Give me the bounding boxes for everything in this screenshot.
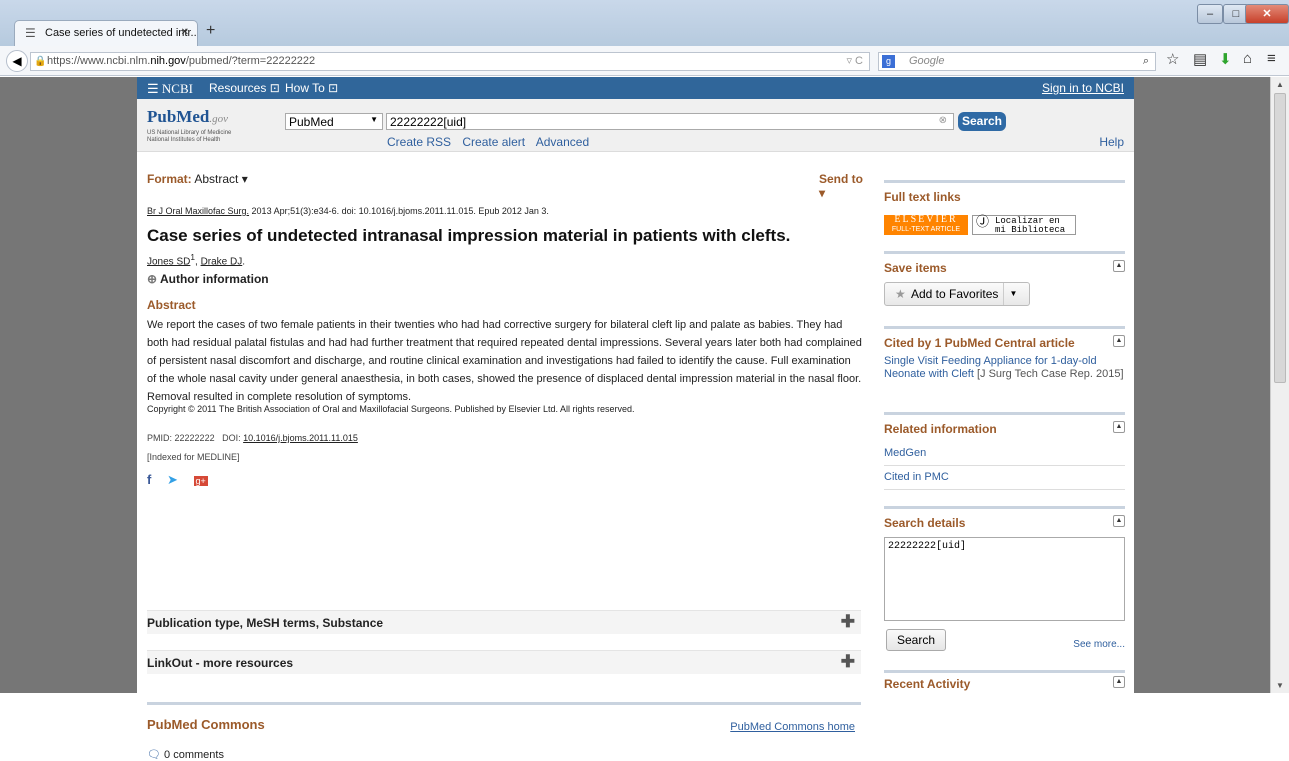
collapse-icon[interactable]: ▲ — [1113, 260, 1125, 272]
home-icon[interactable]: ⌂ — [1243, 50, 1252, 67]
create-alert-link[interactable]: Create alert — [462, 135, 525, 149]
clear-icon[interactable]: ⊗ — [939, 115, 947, 126]
google-plus-icon[interactable]: g+ — [193, 476, 208, 486]
indexed-note: [Indexed for MEDLINE] — [147, 452, 240, 462]
full-text-links-block: Full text links ELSEVIER FULL-TEXT ARTICL… — [884, 180, 1125, 240]
author-information-toggle[interactable]: ⊕ Author information — [147, 272, 269, 286]
sign-in-link[interactable]: Sign in to NCBI — [1042, 81, 1124, 95]
twitter-icon[interactable]: ➤ — [167, 472, 178, 487]
plus-icon[interactable]: ✚ — [841, 652, 855, 672]
lock-icon: 🔒 — [34, 56, 47, 67]
citation: Br J Oral Maxillofac Surg. 2013 Apr;51(3… — [147, 206, 549, 216]
search-bar: PubMed.gov US National Library of Medici… — [137, 99, 1134, 152]
navigation-bar: ◀ 🔒 https://www.ncbi.nlm.nih.gov/pubmed/?… — [0, 46, 1289, 76]
chevron-down-icon: ▼ — [370, 115, 378, 124]
format-selector[interactable]: Format: Abstract ▾ — [147, 172, 248, 186]
section-publication-type[interactable]: Publication type, MeSH terms, Substance ✚ — [147, 610, 861, 634]
abstract-text: We report the cases of two female patien… — [147, 319, 862, 403]
search-button[interactable]: Search — [958, 112, 1006, 131]
scroll-thumb[interactable] — [1274, 93, 1286, 383]
browser-tab[interactable]: ☰ Case series of undetected intr... ✕ — [14, 20, 198, 46]
cited-article: Single Visit Feeding Appliance for 1-day… — [884, 355, 1124, 380]
nlm-credit: US National Library of Medicine National … — [147, 130, 232, 143]
localizar-link[interactable]: Ⓙ Localizar en mi Biblioteca — [972, 215, 1076, 235]
authors: Jones SD1, Drake DJ. — [147, 252, 246, 268]
create-rss-link[interactable]: Create RSS — [387, 135, 451, 149]
collapse-icon[interactable]: ▲ — [1113, 676, 1125, 688]
ncbi-header: ☰ NCBI Resources ⊡ How To ⊡ Sign in to N… — [137, 77, 1134, 99]
advanced-link[interactable]: Advanced — [536, 135, 589, 149]
elsevier-link[interactable]: ELSEVIER FULL-TEXT ARTICLE — [884, 215, 968, 235]
journal-link[interactable]: Br J Oral Maxillofac Surg. — [147, 206, 249, 216]
library-icon: Ⓙ — [976, 215, 990, 230]
related-medgen-link[interactable]: MedGen — [884, 443, 1125, 466]
collapse-icon[interactable]: ▲ — [1113, 515, 1125, 527]
how-to-menu[interactable]: How To ⊡ — [285, 81, 338, 95]
download-icon[interactable]: ⬇ — [1219, 50, 1232, 68]
search-icon[interactable]: ⌕ — [1143, 53, 1149, 70]
pubmed-page: ☰ NCBI Resources ⊡ How To ⊡ Sign in to N… — [137, 77, 1134, 761]
pubmed-commons: PubMed Commons PubMed Commons home — [147, 702, 861, 733]
scroll-up-icon[interactable]: ▲ — [1276, 80, 1284, 89]
ncbi-favicon-icon: ☰ — [25, 26, 36, 40]
comment-icon: 🗨 — [147, 749, 161, 761]
google-icon[interactable]: g — [882, 55, 895, 68]
star-icon: ★ — [895, 287, 906, 301]
search-input[interactable]: 22222222[uid] ⊗ — [386, 113, 954, 130]
article-title: Case series of undetected intranasal imp… — [147, 226, 791, 245]
see-more-link[interactable]: See more... — [1073, 639, 1125, 650]
search-details-textarea[interactable]: 22222222[uid] — [884, 537, 1125, 621]
title-bar: ☰ Case series of undetected intr... ✕ + … — [0, 0, 1289, 46]
resources-menu[interactable]: Resources ⊡ — [209, 81, 280, 95]
tab-title: Case series of undetected intr... — [45, 27, 198, 39]
author-link[interactable]: Drake DJ — [201, 256, 243, 267]
social-share: f ➤ g+ — [147, 472, 220, 488]
search-details-button[interactable]: Search — [886, 629, 946, 651]
collapse-icon[interactable]: ▲ — [1113, 421, 1125, 433]
author-link[interactable]: Jones SD — [147, 256, 190, 267]
browser-window: ☰ Case series of undetected intr... ✕ + … — [0, 0, 1289, 761]
close-window-button[interactable]: ✕ — [1245, 4, 1289, 24]
pmid-doi: PMID: 22222222 DOI: 10.1016/j.bjoms.2011… — [147, 433, 358, 443]
save-items-block: Save items ▲ ★ Add to Favorites ▼ — [884, 251, 1125, 311]
copyright: Copyright © 2011 The British Association… — [147, 404, 635, 414]
ncbi-logo[interactable]: ☰ NCBI — [147, 81, 193, 97]
url-bar[interactable]: 🔒 https://www.ncbi.nlm.nih.gov/pubmed/?te… — [30, 52, 870, 71]
new-tab-button[interactable]: + — [206, 22, 215, 40]
related-information-block: Related information ▲ MedGen Cited in PM… — [884, 412, 1125, 502]
comments-link[interactable]: 🗨 0 comments — [147, 748, 224, 761]
search-links: Create RSS Create alert Advanced — [387, 135, 597, 149]
scrollbar[interactable]: ▲ ▼ — [1270, 77, 1289, 693]
bookmarks-icon[interactable]: ▤ — [1193, 50, 1207, 68]
chevron-down-icon[interactable]: ▼ — [1003, 283, 1023, 305]
close-tab-icon[interactable]: ✕ — [181, 27, 189, 38]
pubmed-logo[interactable]: PubMed.gov — [147, 107, 228, 127]
expand-icon: ⊕ — [147, 272, 158, 286]
web-search-box[interactable]: g Google ⌕ — [878, 52, 1156, 71]
cited-by-block: Cited by 1 PubMed Central article ▲ Sing… — [884, 326, 1125, 396]
minimize-button[interactable]: ‒ — [1197, 4, 1223, 24]
star-icon[interactable]: ☆ — [1166, 50, 1179, 68]
recent-activity-block: Recent Activity ▲ — [884, 670, 1125, 700]
database-select[interactable]: PubMed ▼ — [285, 113, 383, 130]
reload-icon[interactable]: ▿ C — [846, 53, 863, 70]
scroll-down-icon[interactable]: ▼ — [1276, 681, 1284, 690]
commons-home-link[interactable]: PubMed Commons home — [730, 721, 855, 733]
related-cited-in-pmc-link[interactable]: Cited in PMC — [884, 467, 1125, 490]
facebook-icon[interactable]: f — [147, 472, 151, 487]
help-link[interactable]: Help — [1099, 135, 1124, 149]
send-to-menu[interactable]: Send to ▾ — [819, 172, 867, 200]
search-details-block: Search details ▲ 22222222[uid] Search Se… — [884, 506, 1125, 666]
collapse-icon[interactable]: ▲ — [1113, 335, 1125, 347]
plus-icon[interactable]: ✚ — [841, 612, 855, 632]
menu-icon[interactable]: ≡ — [1267, 50, 1276, 67]
doi-link[interactable]: 10.1016/j.bjoms.2011.11.015 — [243, 433, 358, 443]
add-to-favorites-button[interactable]: ★ Add to Favorites ▼ — [884, 282, 1030, 306]
section-linkout[interactable]: LinkOut - more resources ✚ — [147, 650, 861, 674]
abstract-heading: Abstract — [147, 298, 196, 312]
back-icon[interactable]: ◀ — [6, 50, 28, 72]
